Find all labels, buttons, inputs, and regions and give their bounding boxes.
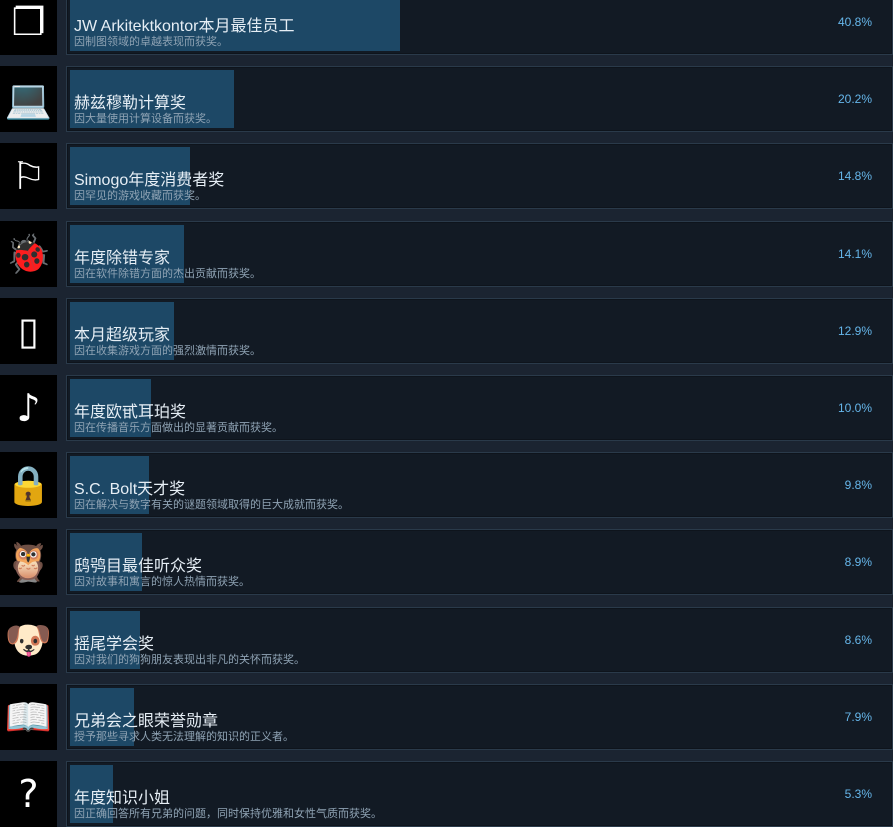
achievement-row[interactable]: 🐞 年度除错专家 因在软件除错方面的杰出贡献而获奖。 14.1%: [0, 220, 893, 287]
unlock-percent: 7.9%: [844, 709, 872, 724]
achievement-row[interactable]: ? 年度知识小姐 因正确回答所有兄弟的问题，同时保持优雅和女性气质而获奖。 5.…: [0, 761, 893, 827]
unlock-percent: 8.6%: [844, 632, 872, 647]
achievement-progress-bar: S.C. Bolt天才奖 因在解决与数字有关的谜题领域取得的巨大成就而获奖。 9…: [66, 452, 893, 519]
padlock-icon: 🔒: [0, 452, 57, 519]
computer-icon: 💻: [0, 66, 57, 133]
achievement-progress-bar: 本月超级玩家 因在收集游戏方面的强烈激情而获奖。 12.9%: [66, 297, 893, 364]
achievement-description: 因罕见的游戏收藏而获奖。: [74, 190, 206, 203]
achievement-description: 因在解决与数字有关的谜题领域取得的巨大成就而获奖。: [74, 499, 349, 512]
unlock-percent: 8.9%: [844, 555, 872, 570]
unlock-percent: 5.3%: [844, 787, 872, 801]
achievement-description: 因制图领域的卓越表现而获奖。: [74, 36, 228, 48]
question-mark-icon: ?: [0, 761, 57, 827]
achievement-progress-bar: 年度欧甙耳珀奖 因在传播音乐方面做出的显著贡献而获奖。 10.0%: [66, 375, 893, 441]
achievement-row[interactable]: 💻 赫兹穆勒计算奖 因大量使用计算设备而获奖。 20.2%: [0, 66, 893, 133]
achievement-description: 因对故事和寓言的惊人热情而获奖。: [74, 576, 250, 589]
achievement-progress-bar: 年度知识小姐 因正确回答所有兄弟的问题，同时保持优雅和女性气质而获奖。 5.3%: [66, 761, 893, 827]
achievement-progress-bar: 赫兹穆勒计算奖 因大量使用计算设备而获奖。 20.2%: [66, 66, 893, 133]
achievement-progress-bar: 鸱鸮目最佳听众奖 因对故事和寓言的惊人热情而获奖。 8.9%: [66, 529, 893, 596]
unlock-percent: 14.1%: [837, 246, 872, 261]
achievement-progress-bar: 年度除错专家 因在软件除错方面的杰出贡献而获奖。 14.1%: [66, 220, 893, 287]
achievement-row[interactable]: 🔒 S.C. Bolt天才奖 因在解决与数字有关的谜题领域取得的巨大成就而获奖。…: [0, 452, 893, 519]
achievement-progress-bar: JW Arkitektkontor本月最佳员工 因制图领域的卓越表现而获奖。 4…: [66, 0, 893, 55]
book-icon: 📖: [0, 683, 57, 750]
bug-icon: 🐞: [0, 220, 57, 287]
achievement-description: 授予那些寻求人类无法理解的知识的正义者。: [74, 730, 294, 743]
arcade-sign-icon: ⚐: [0, 143, 57, 210]
achievement-description: 因在收集游戏方面的强烈激情而获奖。: [74, 344, 261, 357]
achievement-description: 因在软件除错方面的杰出贡献而获奖。: [74, 267, 261, 280]
achievement-row[interactable]: 📖 兄弟会之眼荣誉勋章 授予那些寻求人类无法理解的知识的正义者。 7.9%: [0, 683, 893, 750]
owl-icon: 🦉: [0, 529, 57, 596]
achievement-progress-bar: 兄弟会之眼荣誉勋章 授予那些寻求人类无法理解的知识的正义者。 7.9%: [66, 683, 893, 750]
achievement-row[interactable]: ▯ 本月超级玩家 因在收集游戏方面的强烈激情而获奖。 12.9%: [0, 297, 893, 364]
achievement-description: 因大量使用计算设备而获奖。: [74, 113, 217, 126]
unlock-percent: 14.8%: [837, 169, 872, 184]
achievement-description: 因正确回答所有兄弟的问题，同时保持优雅和女性气质而获奖。: [74, 808, 382, 820]
achievement-description: 因对我们的狗狗朋友表现出非凡的关怀而获奖。: [74, 653, 305, 666]
achievement-description: 因在传播音乐方面做出的显著贡献而获奖。: [74, 422, 283, 434]
achievement-progress-bar: 摇尾学会奖 因对我们的狗狗朋友表现出非凡的关怀而获奖。 8.6%: [66, 606, 893, 673]
achievement-row[interactable]: 🦉 鸱鸮目最佳听众奖 因对故事和寓言的惊人热情而获奖。 8.9%: [0, 529, 893, 596]
dog-icon: 🐶: [0, 606, 57, 673]
handheld-console-icon: ▯: [0, 297, 57, 364]
unlock-percent: 9.8%: [844, 478, 872, 493]
unlock-percent: 12.9%: [837, 323, 872, 338]
music-note-icon: ♪: [0, 375, 57, 441]
unlock-percent: 10.0%: [837, 401, 872, 415]
achievement-progress-bar: Simogo年度消费者奖 因罕见的游戏收藏而获奖。 14.8%: [66, 143, 893, 210]
unlock-percent: 40.8%: [837, 15, 872, 29]
achievement-row[interactable]: ⚐ Simogo年度消费者奖 因罕见的游戏收藏而获奖。 14.8%: [0, 143, 893, 210]
folder-icon: ❐: [0, 0, 57, 55]
unlock-percent: 20.2%: [837, 92, 872, 107]
achievement-row[interactable]: ❐ JW Arkitektkontor本月最佳员工 因制图领域的卓越表现而获奖。…: [0, 0, 893, 55]
achievement-row[interactable]: 🐶 摇尾学会奖 因对我们的狗狗朋友表现出非凡的关怀而获奖。 8.6%: [0, 606, 893, 673]
achievement-row[interactable]: ♪ 年度欧甙耳珀奖 因在传播音乐方面做出的显著贡献而获奖。 10.0%: [0, 375, 893, 441]
